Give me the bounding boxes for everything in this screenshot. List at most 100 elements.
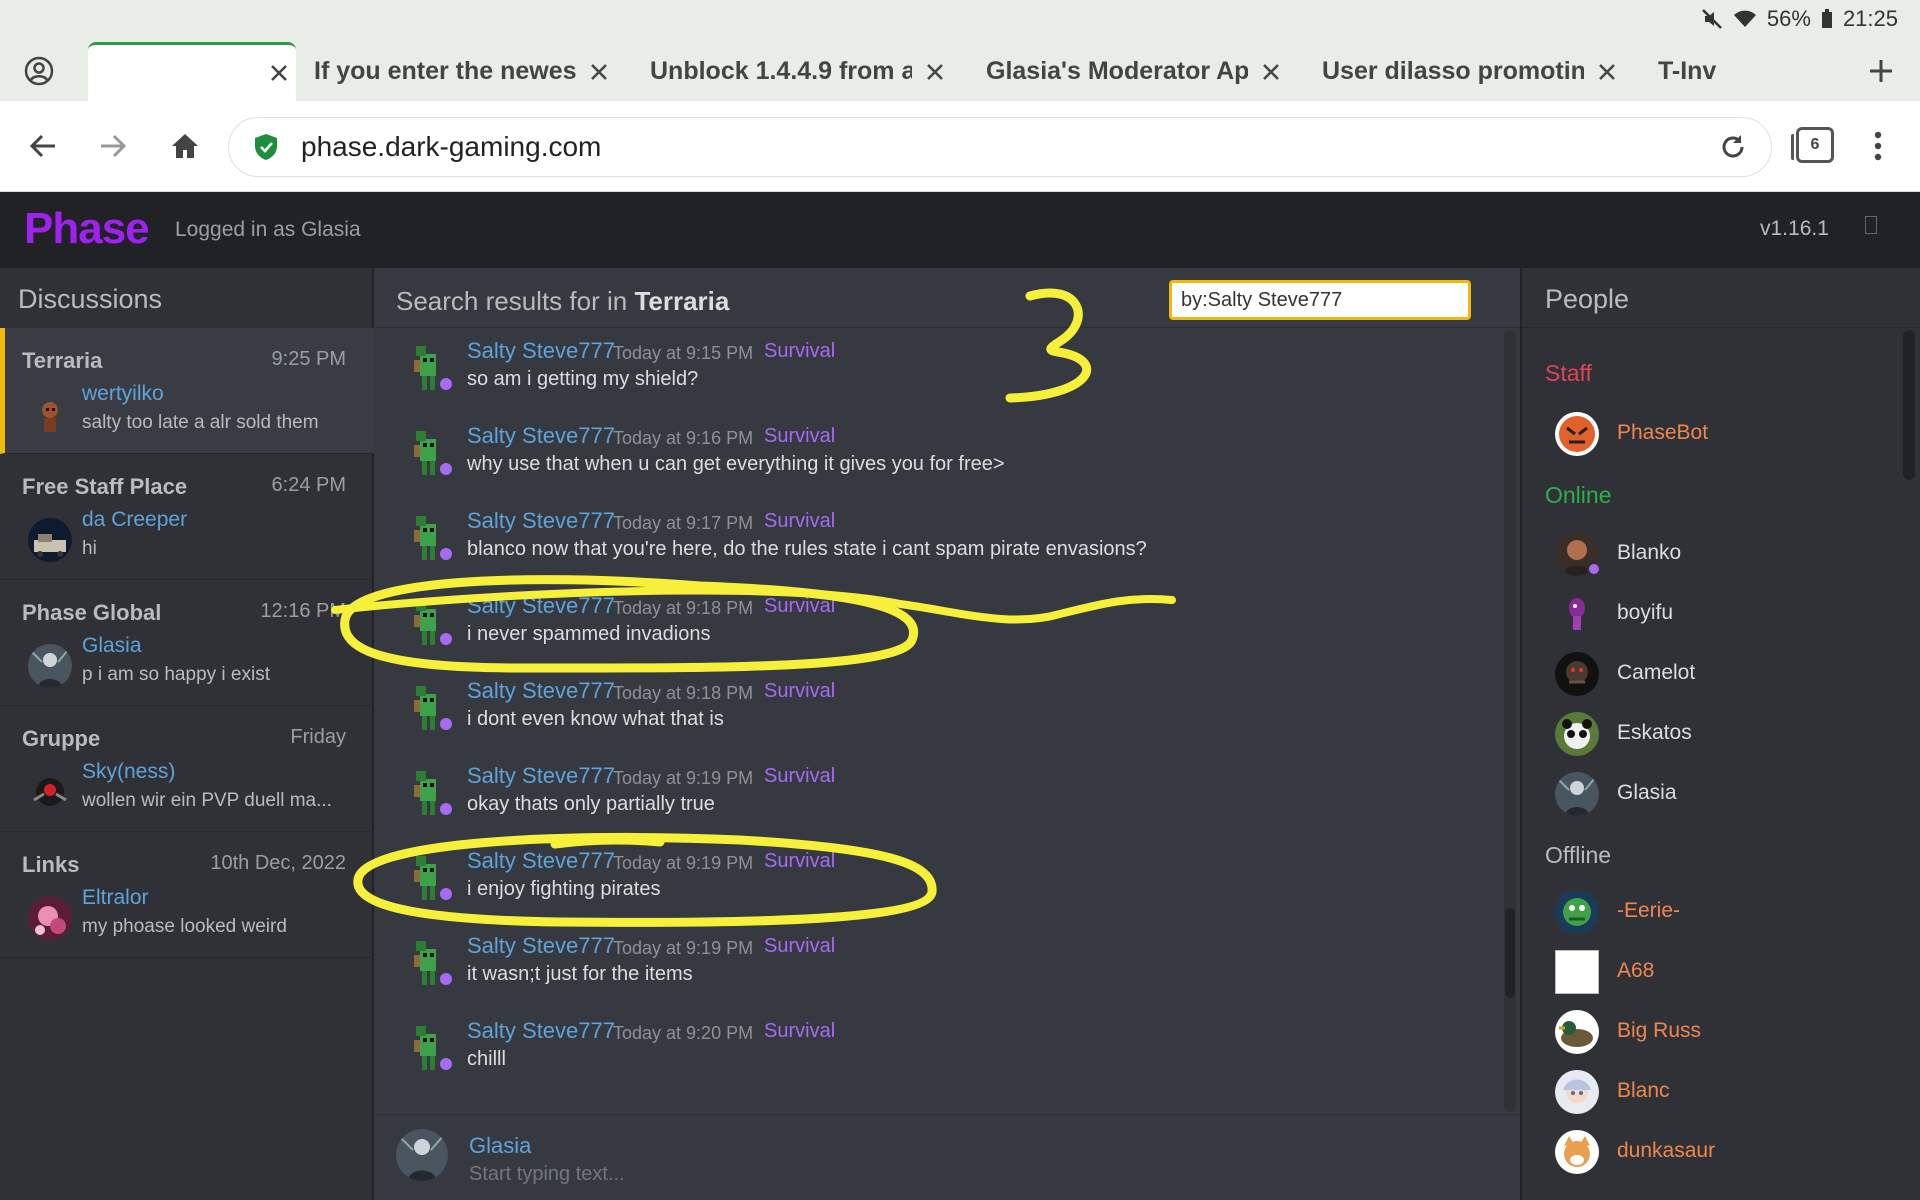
message-author[interactable]: Salty Steve777 bbox=[467, 423, 615, 449]
reload-icon[interactable] bbox=[1713, 127, 1753, 167]
message-author[interactable]: Salty Steve777 bbox=[467, 338, 615, 364]
discussion-item[interactable]: Free Staff Place 6:24 PM da Creeper hi bbox=[0, 454, 374, 580]
message-server-tag: Survival bbox=[764, 935, 836, 957]
message-author[interactable]: Salty Steve777 bbox=[467, 763, 615, 789]
person-item[interactable]: A68 bbox=[1555, 948, 1885, 996]
secure-shield-icon[interactable] bbox=[251, 132, 281, 162]
avatar bbox=[28, 644, 72, 688]
message-text: so am i getting my shield? bbox=[467, 368, 699, 390]
person-item[interactable]: Camelot bbox=[1555, 650, 1885, 698]
discussion-item[interactable]: Links 10th Dec, 2022 Eltralor my phoase … bbox=[0, 832, 374, 958]
message-author[interactable]: Salty Steve777 bbox=[467, 1018, 615, 1044]
person-item[interactable]: boyifu bbox=[1555, 590, 1885, 638]
address-bar[interactable]: phase.dark-gaming.com bbox=[228, 117, 1772, 177]
person-item[interactable]: Big Russ bbox=[1555, 1008, 1885, 1056]
person-item[interactable]: Eskatos bbox=[1555, 710, 1885, 758]
phase-logo[interactable]: Phase bbox=[24, 204, 150, 254]
person-item[interactable]: Blanko bbox=[1555, 530, 1885, 578]
message-author[interactable]: Salty Steve777 bbox=[467, 678, 615, 704]
clock: 21:25 bbox=[1842, 6, 1898, 31]
discussion-author[interactable]: da Creeper bbox=[82, 508, 187, 532]
more-menu-icon[interactable] bbox=[1858, 123, 1898, 169]
browser-tab[interactable]: Glasia's Moderator Applic bbox=[986, 42, 1288, 101]
online-status-dot bbox=[1587, 562, 1601, 576]
close-icon[interactable] bbox=[582, 55, 616, 89]
wifi-icon bbox=[1733, 9, 1757, 29]
message: Salty Steve777 Today at 9:19 PM Survival it… bbox=[376, 923, 1496, 1008]
close-icon[interactable] bbox=[918, 55, 952, 89]
status-dot bbox=[438, 461, 454, 477]
status-dot bbox=[438, 376, 454, 392]
close-icon[interactable] bbox=[1254, 55, 1288, 89]
person-item[interactable]: Glasia bbox=[1555, 770, 1885, 818]
status-dot bbox=[438, 886, 454, 902]
url-text[interactable]: phase.dark-gaming.com bbox=[301, 131, 1713, 163]
battery-icon bbox=[1821, 9, 1833, 29]
broken-image-icon bbox=[1555, 950, 1599, 994]
discussion-author[interactable]: Glasia bbox=[82, 634, 142, 658]
person-item[interactable]: dunkasaur bbox=[1555, 1128, 1885, 1176]
avatar bbox=[1555, 772, 1599, 816]
search-input[interactable] bbox=[1169, 280, 1471, 320]
message-author[interactable]: Salty Steve777 bbox=[467, 508, 615, 534]
discussions-title: Discussions bbox=[18, 284, 163, 314]
message-server-tag: Survival bbox=[764, 850, 836, 872]
browser-tab[interactable]: User dilasso promoting p bbox=[1322, 42, 1624, 101]
discussion-item[interactable]: Terraria 9:25 PM wertyilko salty too lat… bbox=[0, 328, 374, 454]
avatar bbox=[28, 770, 72, 814]
discussion-list: Terraria 9:25 PM wertyilko salty too lat… bbox=[0, 328, 374, 958]
channel-name: Terraria bbox=[634, 286, 730, 316]
group-title-staff: Staff bbox=[1545, 360, 1592, 386]
message-text: i dont even know what that is bbox=[467, 708, 724, 730]
tab-switcher-button[interactable]: 6 bbox=[1791, 127, 1834, 163]
discussion-item[interactable]: Gruppe Friday Sky(ness) wollen wir ein P… bbox=[0, 706, 374, 832]
browser-tab[interactable] bbox=[88, 42, 296, 101]
avatar bbox=[28, 896, 72, 940]
close-icon[interactable] bbox=[1590, 55, 1624, 89]
profile-icon[interactable] bbox=[20, 52, 58, 90]
browser-tab[interactable]: If you enter the newest v bbox=[314, 42, 616, 101]
message-server-tag: Survival bbox=[764, 425, 836, 447]
home-icon[interactable] bbox=[162, 123, 208, 169]
message-timestamp: Today at 9:19 PM bbox=[613, 853, 754, 873]
status-dot bbox=[438, 801, 454, 817]
browser-toolbar: phase.dark-gaming.com 6 bbox=[0, 101, 1920, 192]
status-dot bbox=[438, 1056, 454, 1072]
chat-header: Search results for in Terraria bbox=[376, 268, 1520, 328]
discussion-item[interactable]: Phase Global 12:16 PM Glasia p i am so h… bbox=[0, 580, 374, 706]
person-item[interactable]: -Eerie- bbox=[1555, 888, 1885, 936]
browser-tab[interactable]: Unblock 1.4.4.9 from aut bbox=[650, 42, 952, 101]
person-item[interactable]: PhaseBot bbox=[1555, 410, 1885, 458]
discussion-author[interactable]: Sky(ness) bbox=[82, 760, 175, 784]
people-scrollbar-thumb[interactable] bbox=[1903, 330, 1915, 480]
message-timestamp: Today at 9:19 PM bbox=[613, 938, 754, 958]
message: Salty Steve777 Today at 9:15 PM Survival so… bbox=[376, 328, 1496, 413]
chat-scrollbar-thumb[interactable] bbox=[1505, 908, 1515, 998]
message: Salty Steve777 Today at 9:16 PM Survival wh… bbox=[376, 413, 1496, 498]
message-timestamp: Today at 9:20 PM bbox=[613, 1023, 754, 1043]
group-title-online: Online bbox=[1545, 482, 1612, 508]
new-tab-icon[interactable] bbox=[1862, 52, 1900, 90]
message-timestamp: Today at 9:15 PM bbox=[613, 343, 754, 363]
forward-icon[interactable] bbox=[90, 123, 136, 169]
close-icon[interactable] bbox=[262, 56, 296, 90]
discussion-author[interactable]: Eltralor bbox=[82, 886, 149, 910]
browser-tab[interactable]: T-Inv bbox=[1658, 42, 1778, 101]
message-author[interactable]: Salty Steve777 bbox=[467, 593, 615, 619]
message: Salty Steve777 Today at 9:19 PM Survival i … bbox=[376, 838, 1496, 923]
person-item[interactable]: Blanc bbox=[1555, 1068, 1885, 1116]
message: Salty Steve777 Today at 9:18 PM Survival i … bbox=[376, 668, 1496, 753]
avatar bbox=[1555, 652, 1599, 696]
composer-author: Glasia bbox=[469, 1133, 532, 1158]
message-author[interactable]: Salty Steve777 bbox=[467, 848, 615, 874]
discussion-author[interactable]: wertyilko bbox=[82, 382, 164, 406]
message-input[interactable]: Start typing text... bbox=[469, 1163, 625, 1186]
message-author[interactable]: Salty Steve777 bbox=[467, 933, 615, 959]
message-server-tag: Survival bbox=[764, 595, 836, 617]
back-icon[interactable] bbox=[20, 123, 66, 169]
message-text: i enjoy fighting pirates bbox=[467, 878, 661, 900]
avatar bbox=[1555, 712, 1599, 756]
message: Salty Steve777 Today at 9:20 PM Survival ch… bbox=[376, 1008, 1496, 1093]
missing-glyph-icon[interactable] bbox=[1865, 216, 1877, 234]
logged-in-label: Logged in as Glasia bbox=[175, 218, 361, 241]
